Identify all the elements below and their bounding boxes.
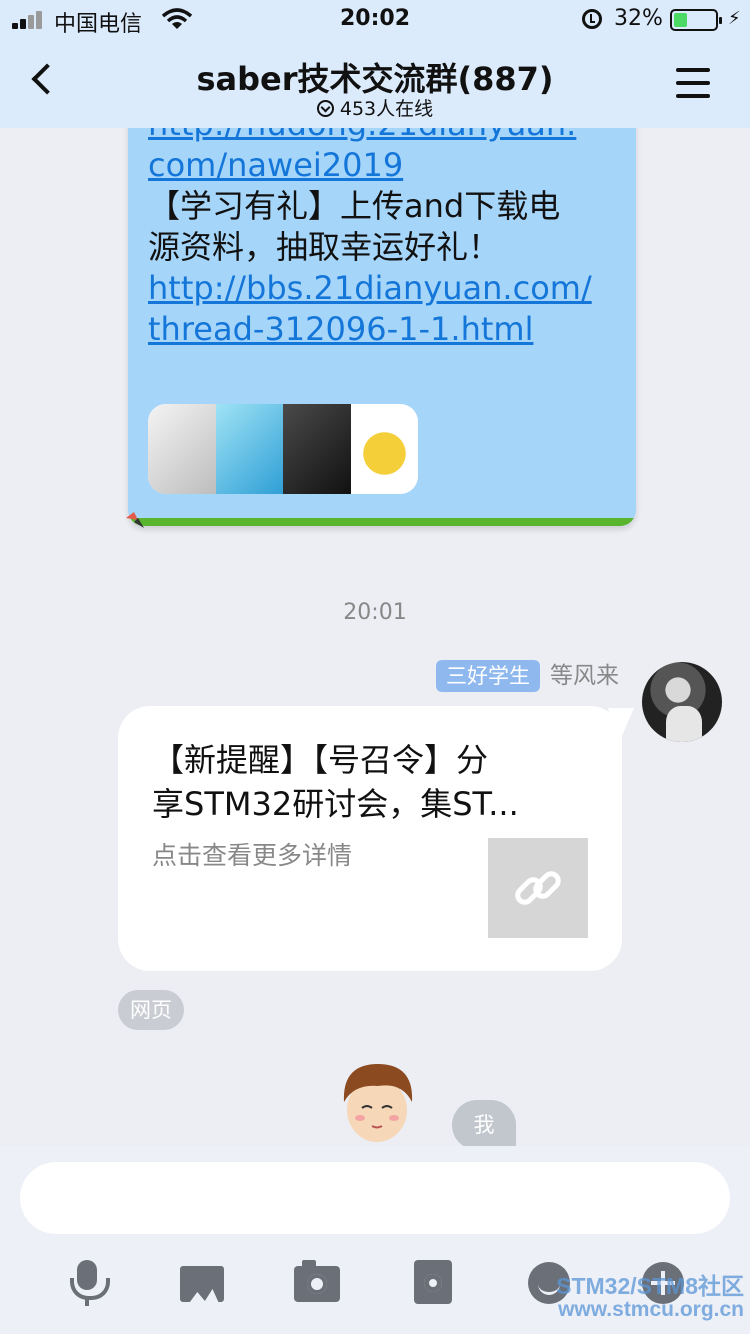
self-badge: 我 [452,1100,516,1146]
time-separator: 20:01 [343,600,407,625]
battery-percent: 32% [614,6,663,31]
link-line: com/nawei2019 [148,146,404,184]
card-description: 点击查看更多详情 [152,841,353,870]
link-line: http://bbs.21dianyuan.com/ [148,269,592,307]
image-strip[interactable] [148,404,418,494]
watermark: STM32/STM8社区 www.stmcu.org.cn [516,1274,744,1322]
link-icon [515,871,561,905]
message-link[interactable]: http://hudong.21dianyuan. com/nawei2019 [148,128,618,186]
avatar-sticker[interactable] [332,1058,422,1146]
status-bar: 中国电信 20:02 32% ⚡ [0,0,750,40]
card-title-line: 【新提醒】【号召令】分 [152,741,489,779]
product-thumbnail[interactable] [283,404,351,494]
sender-name[interactable]: 等风来 [550,660,619,692]
card-title: 【新提醒】【号召令】分 享STM32研讨会，集ST... [152,738,562,826]
source-tag: 网页 [118,990,184,1030]
product-thumbnail[interactable] [350,404,418,494]
avatar[interactable] [642,662,722,742]
chevron-down-icon [316,100,334,117]
menu-icon[interactable] [676,68,710,98]
message-link[interactable]: http://bbs.21dianyuan.com/ thread-312096… [148,268,618,350]
bubble-corner-icon [126,512,144,528]
image-icon[interactable] [180,1266,224,1302]
battery-level [674,13,687,27]
alarm-icon [582,9,602,29]
nav-bar: saber技术交流群(887) 453人在线 [0,40,750,128]
online-count[interactable]: 453人在线 [0,94,750,121]
charging-icon: ⚡ [728,8,741,29]
watermark-line: STM32/STM8社区 [556,1273,744,1299]
watermark-line: www.stmcu.org.cn [558,1298,744,1321]
microphone-icon[interactable] [64,1260,114,1308]
product-thumbnail[interactable] [148,404,216,494]
card-thumbnail [488,838,588,938]
link-line: thread-312096-1-1.html [148,310,534,348]
battery-icon [670,9,722,31]
message-text-line: 源资料，抽取幸运好礼！ [148,228,501,266]
message-text-block: http://hudong.21dianyuan. com/nawei2019 … [148,128,618,350]
message-bubble[interactable]: http://hudong.21dianyuan. com/nawei2019 … [128,128,636,526]
link-line: http://hudong.21dianyuan. [148,128,576,143]
product-thumbnail[interactable] [215,404,283,494]
member-title-badge: 三好学生 [436,660,540,692]
card-title-line: 享STM32研讨会，集ST... [152,785,519,823]
camera-icon[interactable] [294,1260,340,1302]
message-input[interactable] [20,1162,730,1234]
message-text-line: 【学习有礼】上传and下载电 [148,187,561,225]
message-text: 【学习有礼】上传and下载电 源资料，抽取幸运好礼！ [148,186,618,268]
link-card[interactable]: 【新提醒】【号召令】分 享STM32研讨会，集ST... 点击查看更多详情 [118,706,622,971]
red-packet-icon[interactable] [414,1260,452,1304]
chat-area[interactable]: http://hudong.21dianyuan. com/nawei2019 … [0,128,750,1146]
bubble-decoration [128,518,636,526]
online-count-text: 453人在线 [339,98,434,120]
